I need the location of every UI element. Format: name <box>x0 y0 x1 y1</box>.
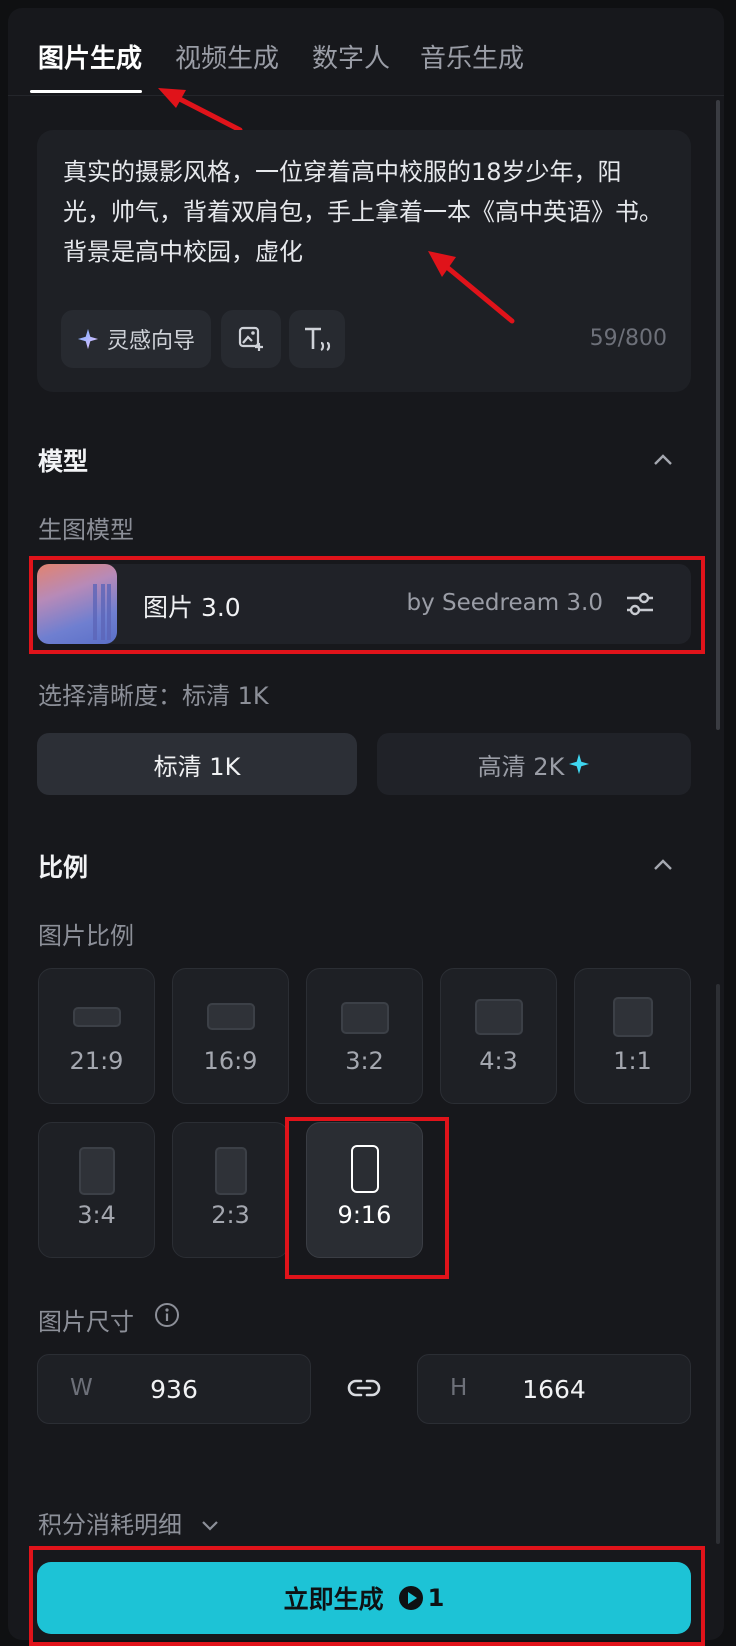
generate-cost: 1 <box>398 1584 445 1612</box>
chevron-down-icon <box>201 1521 218 1531</box>
quality-hd-label: 高清 2K <box>477 752 565 781</box>
quality-current-label: 选择清晰度：标清 1K <box>38 682 269 710</box>
quality-sd-label: 标清 1K <box>153 752 241 781</box>
height-field[interactable]: H 1664 <box>417 1354 691 1424</box>
ratio-shape-icon <box>78 1147 115 1195</box>
ratio-16-9[interactable]: 16:9 <box>172 968 289 1104</box>
ratio-9-16[interactable]: 9:16 <box>306 1122 423 1258</box>
settings-sliders-icon[interactable] <box>625 590 655 618</box>
tab-image-generation[interactable]: 图片生成 <box>38 38 142 75</box>
tab-digital-human[interactable]: 数字人 <box>312 38 390 75</box>
height-value[interactable]: 1664 <box>418 1375 690 1404</box>
size-label: 图片尺寸 <box>38 1308 134 1336</box>
credit-detail-label: 积分消耗明细 <box>38 1511 182 1539</box>
prompt-text[interactable]: 真实的摄影风格，一位穿着高中校服的18岁少年，阳光，帅气，背着双肩包，手上拿着一… <box>63 152 663 272</box>
ratio-label: 4:3 <box>479 1047 518 1075</box>
generate-label: 立即生成 <box>283 1585 384 1614</box>
info-icon[interactable] <box>154 1302 180 1328</box>
link-icon[interactable] <box>346 1374 382 1402</box>
model-name: 图片 3.0 <box>143 593 241 622</box>
model-sub-label: 生图模型 <box>38 516 134 544</box>
ratio-label: 16:9 <box>203 1047 258 1075</box>
tab-video-generation[interactable]: 视频生成 <box>175 38 279 75</box>
model-provider: by Seedream 3.0 <box>406 590 603 616</box>
scrollbar-lower[interactable] <box>716 984 720 1544</box>
width-field[interactable]: W 936 <box>37 1354 311 1424</box>
ratio-label: 2:3 <box>211 1201 250 1229</box>
ratio-3-2[interactable]: 3:2 <box>306 968 423 1104</box>
credit-detail-toggle[interactable]: 积分消耗明细 <box>38 1505 220 1540</box>
width-value[interactable]: 936 <box>38 1375 310 1404</box>
ratio-shape-icon <box>206 1003 255 1030</box>
ratio-4-3[interactable]: 4:3 <box>440 968 557 1104</box>
ratio-label: 3:2 <box>345 1047 384 1075</box>
inspiration-guide-label: 灵感向导 <box>106 329 195 354</box>
ratio-shape-icon <box>612 997 653 1037</box>
ratio-sub-label: 图片比例 <box>38 922 134 950</box>
ratio-3-4[interactable]: 3:4 <box>38 1122 155 1258</box>
ratio-shape-icon <box>340 1002 389 1034</box>
ratio-21-9[interactable]: 21:9 <box>38 968 155 1104</box>
tab-music-generation[interactable]: 音乐生成 <box>420 38 524 75</box>
model-selector[interactable]: 图片 3.0 by Seedream 3.0 <box>37 564 691 644</box>
active-tab-indicator <box>30 90 142 93</box>
ratio-2-3[interactable]: 2:3 <box>172 1122 289 1258</box>
inspiration-guide-button[interactable]: 灵感向导 <box>61 310 211 368</box>
text-style-button[interactable] <box>289 310 345 368</box>
ratio-label: 9:16 <box>337 1201 392 1229</box>
ratio-shape-icon <box>474 999 523 1035</box>
ratio-1-1[interactable]: 1:1 <box>574 968 691 1104</box>
image-reference-button[interactable] <box>221 310 281 368</box>
annotation-arrow-prompt <box>428 251 515 324</box>
prompt-input-box[interactable]: 真实的摄影风格，一位穿着高中校服的18岁少年，阳光，帅气，背着双肩包，手上拿着一… <box>37 130 691 392</box>
char-count: 59/800 <box>589 326 667 351</box>
chevron-up-icon[interactable] <box>652 453 674 467</box>
generate-button[interactable]: 立即生成 1 <box>37 1562 691 1634</box>
model-thumbnail <box>37 564 117 644</box>
credit-coin-icon <box>398 1586 423 1610</box>
scrollbar-upper[interactable] <box>716 100 720 730</box>
ratio-label: 21:9 <box>69 1047 124 1075</box>
ratio-shape-icon <box>72 1007 121 1027</box>
chevron-up-icon[interactable] <box>652 858 674 872</box>
quality-sd-button[interactable]: 标清 1K <box>37 733 357 795</box>
model-section-title: 模型 <box>38 447 89 476</box>
ratio-label: 3:4 <box>77 1201 116 1229</box>
generate-cost-value: 1 <box>427 1584 445 1612</box>
sparkle-icon <box>77 328 99 350</box>
tabs-divider <box>8 95 724 96</box>
ratio-section-title: 比例 <box>38 853 89 882</box>
image-add-icon <box>238 326 263 351</box>
ratio-shape-icon <box>214 1147 247 1195</box>
ratio-shape-icon <box>350 1145 379 1193</box>
quality-hd-button[interactable]: 高清 2K <box>377 733 691 795</box>
star-sparkle-icon <box>569 753 590 775</box>
text-quote-icon <box>305 327 331 351</box>
ratio-label: 1:1 <box>613 1047 652 1075</box>
